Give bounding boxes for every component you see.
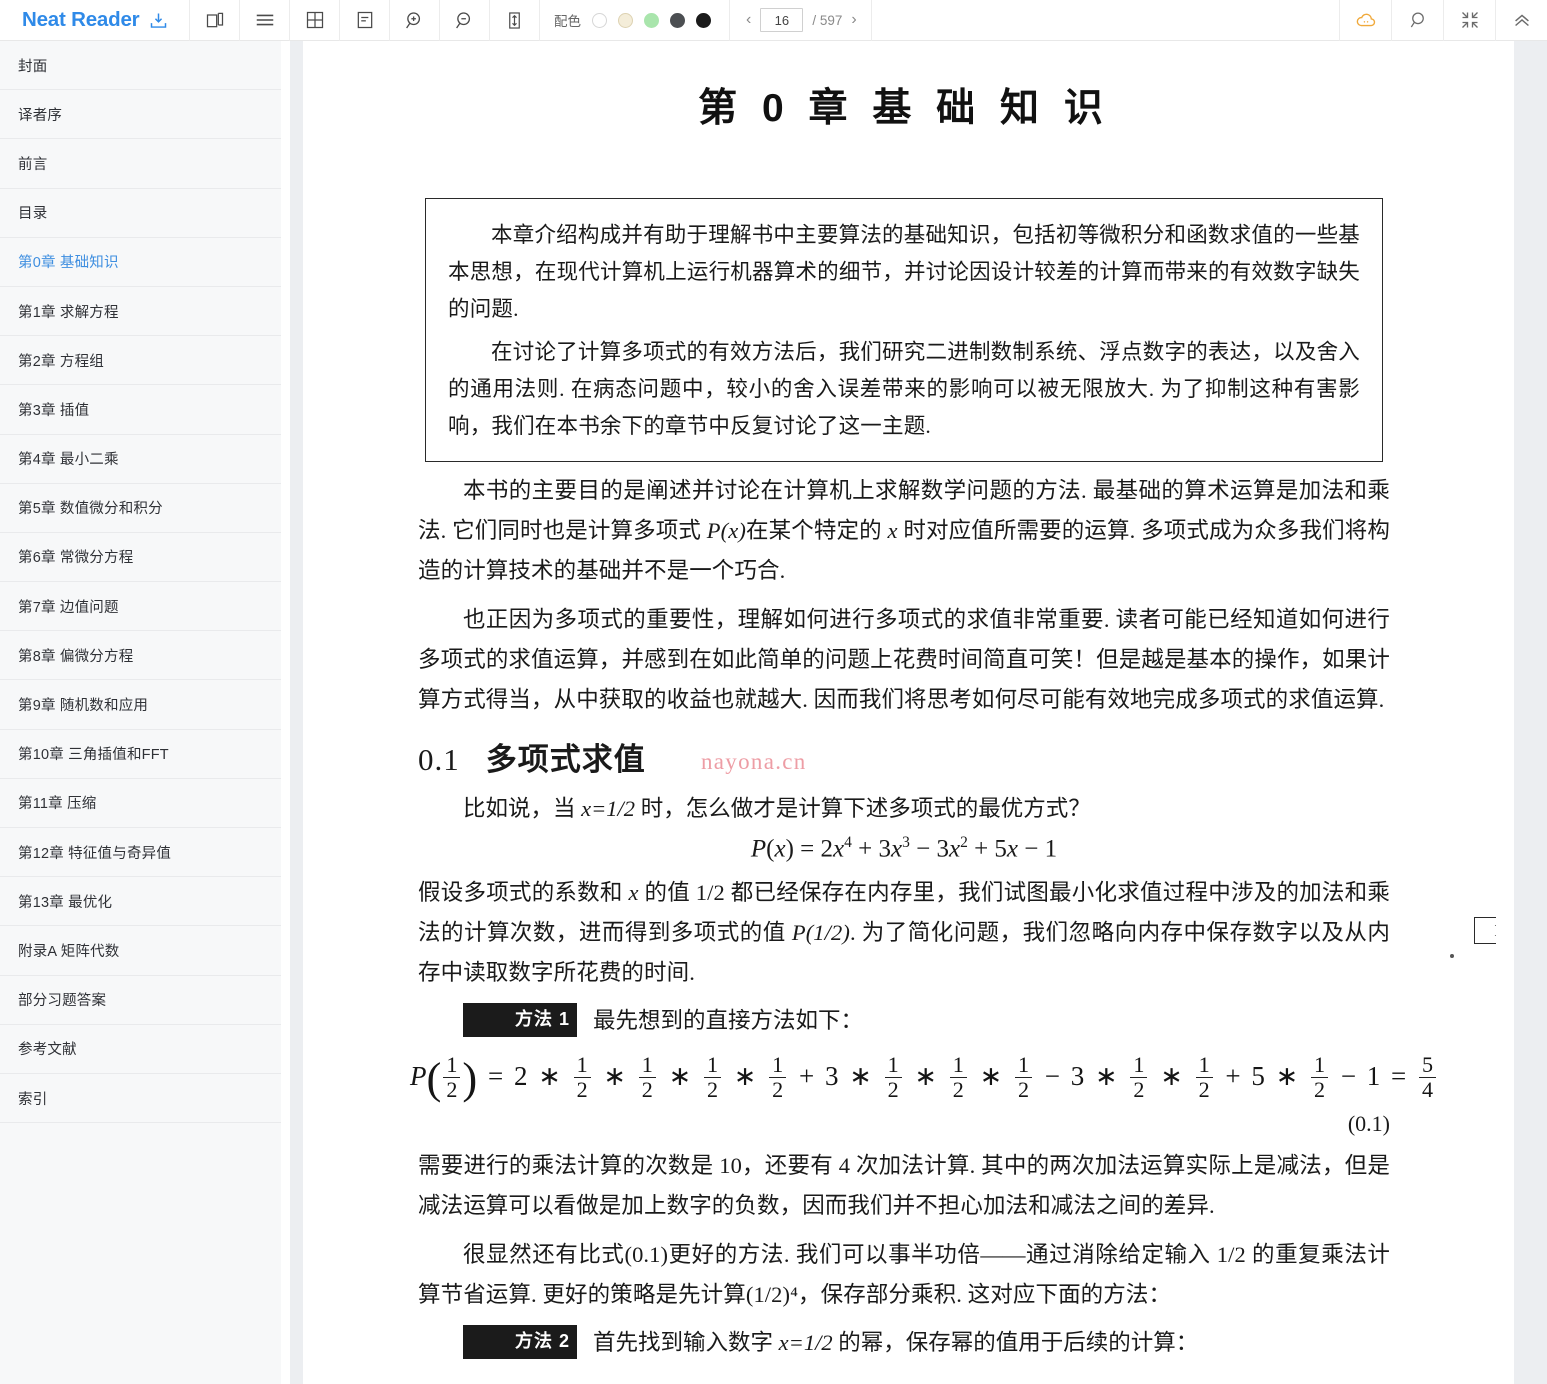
sidebar-content-divider	[281, 41, 312, 1384]
sidebar-item-7[interactable]: 第3章 插值	[0, 385, 281, 435]
equation-number-label: (0.1)	[1347, 1110, 1390, 1136]
sidebar-item-4[interactable]: 第0章 基础知识	[0, 238, 281, 287]
sidebar-item-10[interactable]: 第6章 常微分方程	[0, 533, 281, 583]
method-1-tag: 方法 1	[463, 1002, 578, 1037]
q-math-x-half: x=1/2	[581, 796, 636, 822]
method-1-text: 最先想到的直接方法如下：	[593, 1007, 864, 1033]
method-2-math: x=1/2	[778, 1330, 833, 1356]
sidebar-item-16[interactable]: 第12章 特征值与奇异值	[0, 828, 281, 878]
body-paragraph-5: 很显然还有比式(0.1)更好的方法. 我们可以事半功倍——通过消除给定输入 1/…	[418, 1241, 1390, 1308]
equation-polynomial: P(x) = 2x4 + 3x3 − 3x2 + 5x − 1	[750, 834, 1058, 863]
sidebar-item-18[interactable]: 附录A 矩阵代数	[0, 926, 281, 976]
hamburger-menu-icon[interactable]	[240, 0, 290, 41]
p3-math-x: x	[628, 879, 639, 905]
body-paragraph-3: 假设多项式的系数和 x 的值 1/2 都已经保存在内存里，我们试图最小化求值过程…	[418, 873, 1390, 993]
book-page-viewport: 第 0 章 基 础 知 识 本章介绍构成并有助于理解书中主要算法的基础知识，包括…	[312, 41, 1496, 1384]
sidebar-item-9[interactable]: 第5章 数值微分和积分	[0, 484, 281, 533]
book-download-icon[interactable]	[148, 10, 169, 31]
p1-math-x: x	[887, 518, 898, 544]
q-seg-a: 比如说，当	[463, 796, 582, 822]
palette-label: 配色	[554, 14, 581, 29]
library-icon[interactable]	[190, 0, 240, 41]
method-2-line: 方法 2 首先找到输入数字 x=1/2 的幂，保存幂的值用于后续的计算：	[418, 1325, 1390, 1361]
method-2-text-a: 首先找到输入数字	[593, 1330, 779, 1356]
body-paragraph-2: 也正因为多项式的重要性，理解如何进行多项式的求值非常重要. 读者可能已经知道如何…	[418, 607, 1390, 713]
next-page-icon[interactable]: ›	[851, 12, 856, 28]
p3-math-phalf: P(1/2)	[791, 919, 850, 945]
question-line: 比如说，当 x=1/2 时，怎么做才是计算下述多项式的最优方式？	[418, 791, 1390, 827]
section-number: 0.1	[418, 742, 460, 778]
app-title: Neat Reader	[22, 8, 140, 31]
sidebar-item-11[interactable]: 第7章 边值问题	[0, 582, 281, 632]
q-seg-c: 时，怎么做才是计算下述多项式的最优方式？	[635, 796, 1091, 822]
theme-swatch-sepia[interactable]	[618, 12, 633, 28]
right-scroll-rail[interactable]	[1496, 41, 1547, 1384]
app-brand: Neat Reader	[0, 0, 190, 41]
page-total-label: / 597	[812, 12, 843, 28]
fit-height-icon[interactable]	[490, 0, 540, 41]
table-of-contents-sidebar[interactable]: 封面 译者序 前言 目录 第0章 基础知识 第1章 求解方程 第2章 方程组 第…	[0, 41, 281, 1384]
theme-swatch-dark-gray[interactable]	[670, 12, 685, 28]
page-marker-box: 1	[1474, 917, 1496, 944]
body-paragraph-1: 本书的主要目的是阐述并讨论在计算机上求解数学问题的方法. 最基础的算术运算是加法…	[418, 471, 1390, 591]
section-heading: 0.1 多项式求值	[418, 734, 1496, 779]
sidebar-item-12[interactable]: 第8章 偏微分方程	[0, 631, 281, 681]
method-1-line: 方法 1 最先想到的直接方法如下：	[418, 1002, 1390, 1039]
grid-layout-icon[interactable]	[290, 0, 340, 41]
method-2-tag: 方法 2	[463, 1325, 578, 1359]
sidebar-item-6[interactable]: 第2章 方程组	[0, 336, 281, 386]
zoom-in-icon[interactable]	[390, 0, 440, 41]
sidebar-item-20[interactable]: 参考文献	[0, 1025, 281, 1074]
page-number-input[interactable]	[760, 8, 804, 32]
method-2-text-c: 的幂，保存幂的值用于后续的计算：	[832, 1330, 1199, 1356]
sidebar-item-17[interactable]: 第13章 最优化	[0, 877, 281, 927]
page-navigation: ‹ / 597 ›	[730, 0, 872, 41]
p1-seg-c: 在某个特定的	[745, 518, 888, 544]
toolbar-right-group	[1339, 0, 1547, 41]
chapter-title: 第 0 章 基 础 知 识	[698, 87, 1110, 130]
sidebar-item-14[interactable]: 第10章 三角插值和FFT	[0, 730, 281, 779]
sidebar-item-0[interactable]: 封面	[0, 41, 281, 91]
sidebar-item-13[interactable]: 第9章 随机数和应用	[0, 680, 281, 730]
theme-swatch-black[interactable]	[696, 12, 711, 28]
sidebar-item-5[interactable]: 第1章 求解方程	[0, 287, 281, 337]
sidebar-item-3[interactable]: 目录	[0, 189, 281, 238]
body-paragraph-4: 需要进行的乘法计算的次数是 10，还要有 4 次加法计算. 其中的两次加法运算实…	[418, 1152, 1390, 1218]
abstract-paragraph-1: 本章介绍构成并有助于理解书中主要算法的基础知识，包括初等微积分和函数求值的一些基…	[448, 223, 1360, 322]
sidebar-item-8[interactable]: 第4章 最小二乘	[0, 435, 281, 484]
chapter-abstract-box: 本章介绍构成并有助于理解书中主要算法的基础知识，包括初等微积分和函数求值的一些基…	[425, 198, 1383, 463]
sidebar-item-2[interactable]: 前言	[0, 139, 281, 189]
zoom-out-icon[interactable]	[440, 0, 490, 41]
p3-seg-a: 假设多项式的系数和	[418, 879, 629, 905]
theme-swatch-white[interactable]	[592, 12, 607, 28]
book-page-content: 第 0 章 基 础 知 识 本章介绍构成并有助于理解书中主要算法的基础知识，包括…	[312, 77, 1496, 1384]
theme-swatch-green[interactable]	[644, 12, 659, 28]
exit-fullscreen-icon[interactable]	[1443, 0, 1495, 41]
top-toolbar: Neat Reader 配色 ‹ 16 / 597 ›	[0, 0, 1547, 41]
search-icon[interactable]	[1391, 0, 1443, 41]
sidebar-item-19[interactable]: 部分习题答案	[0, 976, 281, 1025]
section-title: 多项式求值	[485, 742, 646, 778]
sidebar-item-15[interactable]: 第11章 压缩	[0, 779, 281, 828]
color-theme-group: 配色	[540, 0, 730, 41]
p1-math-px: P(x)	[706, 518, 746, 544]
equation-0-1: P(1 2) = 2 ∗ 12 ∗ 12 ∗ 12 ∗ 12 + 3 ∗ 12 ∗…	[410, 1053, 1496, 1105]
cloud-sync-icon[interactable]	[1339, 0, 1391, 41]
note-panel-icon[interactable]	[340, 0, 390, 41]
abstract-paragraph-2: 在讨论了计算多项式的有效方法后，我们研究二进制数制系统、浮点数字的表达，以及舍入…	[448, 339, 1360, 438]
collapse-up-icon[interactable]	[1495, 0, 1547, 41]
sidebar-item-21[interactable]: 索引	[0, 1074, 281, 1124]
prev-page-icon[interactable]: ‹	[746, 12, 751, 28]
sidebar-item-1[interactable]: 译者序	[0, 90, 281, 140]
margin-dot-mark	[1450, 954, 1454, 958]
